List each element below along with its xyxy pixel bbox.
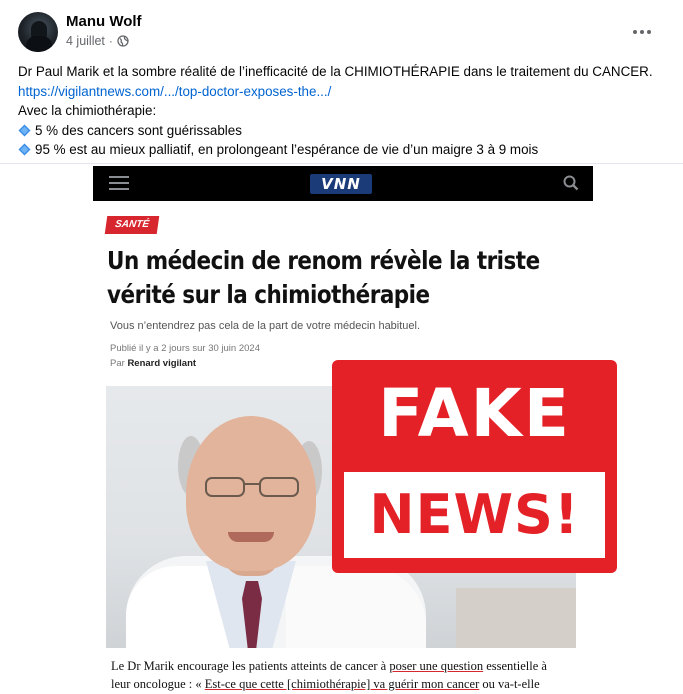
- more-options-icon[interactable]: [630, 22, 654, 42]
- article-headline: Un médecin de renom révèle la triste vér…: [107, 244, 571, 312]
- avatar[interactable]: [18, 12, 58, 52]
- body-text: ou va-t-elle: [479, 677, 540, 691]
- headline-line: vérité sur la chimiothérapie: [107, 280, 430, 309]
- stamp-word-fake: FAKE: [378, 375, 571, 452]
- stamp-news-panel: NEWS!: [344, 472, 605, 558]
- article-body: Le Dr Marik encourage les patients attei…: [111, 657, 581, 693]
- blue-diamond-icon: [18, 143, 31, 156]
- globe-icon[interactable]: [117, 35, 129, 47]
- more-dot: [647, 30, 651, 34]
- site-logo[interactable]: VNN: [310, 174, 372, 194]
- post-text-line: Dr Paul Marik et la sombre réalité de l’…: [18, 64, 653, 79]
- blue-diamond-icon: [18, 124, 31, 136]
- post-meta: 4 juillet ·: [66, 34, 129, 48]
- post-text-line: Avec la chimiothérapie:: [18, 103, 157, 118]
- body-text: essentielle à: [483, 659, 547, 673]
- menu-line: [109, 188, 129, 190]
- post-header: Manu Wolf 4 juillet ·: [18, 12, 668, 56]
- bullet-item: 95 % est au mieux palliatif, en prolonge…: [18, 140, 668, 160]
- more-dot: [633, 30, 637, 34]
- more-dot: [640, 30, 644, 34]
- stamp-word-news: NEWS!: [369, 483, 580, 546]
- body-link[interactable]: Est-ce que cette [chimiothérapie] va gué…: [205, 677, 480, 691]
- body-link[interactable]: poser une question: [389, 659, 483, 673]
- article-link[interactable]: https://vigilantnews.com/.../top-doctor-…: [18, 84, 331, 99]
- photo-mouth: [228, 532, 274, 542]
- publish-date: Publié il y a 2 jours sur 30 juin 2024: [110, 343, 260, 354]
- headline-line: Un médecin de renom révèle la triste: [107, 246, 540, 275]
- author-name[interactable]: Manu Wolf: [66, 13, 142, 30]
- body-text: Le Dr Marik encourage les patients attei…: [111, 659, 390, 673]
- photo-background: [456, 588, 576, 648]
- byline-prefix: Par: [110, 358, 125, 369]
- glasses-icon: [205, 477, 299, 497]
- bullet-text: 5 % des cancers sont guérissables: [35, 122, 242, 138]
- post-text: Dr Paul Marik et la sombre réalité de l’…: [18, 62, 668, 160]
- byline-author: Renard vigilant: [127, 358, 197, 369]
- article-body-line: leur oncologue : « Est-ce que cette [chi…: [111, 675, 581, 693]
- menu-icon[interactable]: [109, 176, 129, 190]
- menu-line: [109, 182, 129, 184]
- site-navbar: VNN: [93, 166, 593, 201]
- bullet-text: 95 % est au mieux palliatif, en prolonge…: [35, 142, 539, 157]
- bullet-item: 5 % des cancers sont guérissables: [18, 121, 668, 141]
- avatar-figure-body: [26, 36, 52, 52]
- post-date[interactable]: 4 juillet: [66, 34, 105, 48]
- article-body-line: Le Dr Marik encourage les patients attei…: [111, 657, 581, 675]
- byline: Par Renard vigilant: [110, 358, 196, 369]
- menu-line: [109, 176, 129, 178]
- category-badge[interactable]: SANTÉ: [104, 216, 160, 234]
- fake-news-stamp: FAKE NEWS!: [332, 360, 617, 573]
- article-subtitle: Vous n’entendrez pas cela de la part de …: [110, 320, 421, 332]
- meta-separator: ·: [108, 34, 113, 48]
- search-icon[interactable]: [563, 175, 579, 191]
- body-text: leur oncologue : «: [111, 677, 205, 691]
